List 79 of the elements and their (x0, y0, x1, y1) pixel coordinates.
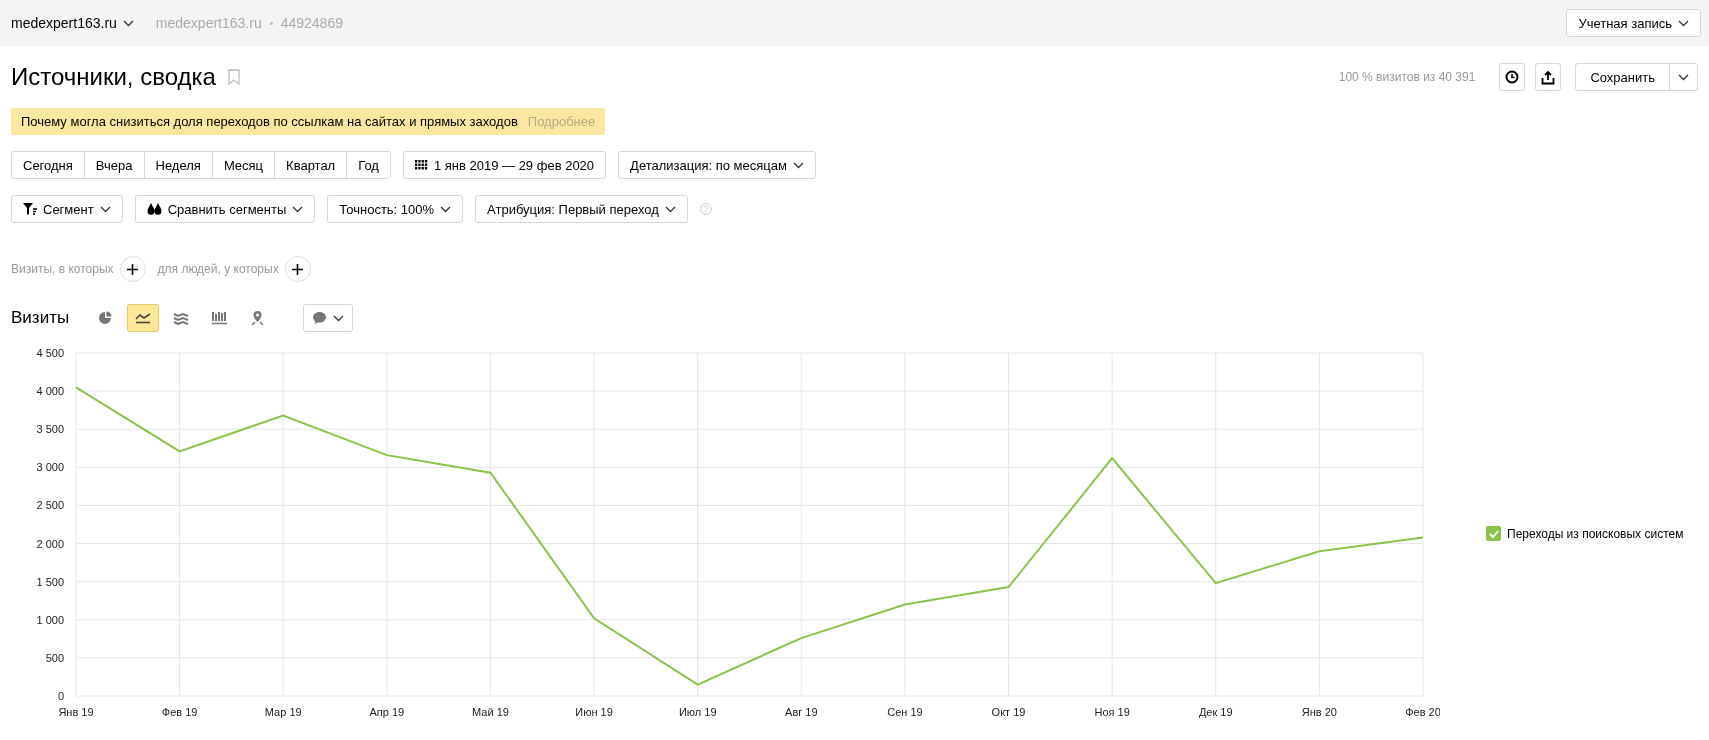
period-tab[interactable]: Месяц (211, 151, 276, 179)
x-axis-label: Янв 19 (58, 706, 94, 718)
caret-icon (440, 205, 452, 213)
account-button[interactable]: Учетная запись (1566, 9, 1701, 37)
add-condition-button[interactable] (119, 256, 146, 282)
y-axis-label: 1 500 (36, 575, 64, 588)
bar-chart-icon (211, 311, 227, 325)
y-axis-label: 3 500 (36, 423, 64, 436)
x-axis-label: Фев 20 (1405, 706, 1440, 718)
caret-icon (99, 205, 111, 213)
x-axis-label: Янв 20 (1301, 706, 1337, 718)
pie-chart-icon (98, 311, 113, 325)
add-condition-button[interactable] (284, 256, 311, 282)
clock-icon (1505, 70, 1520, 84)
y-axis-label: 3 000 (36, 461, 64, 474)
chart-title: Визиты (11, 308, 70, 328)
detail-dropdown[interactable]: Детализация: по месяцам (618, 151, 816, 179)
x-axis-label: Сен 19 (887, 706, 923, 718)
plus-icon (292, 263, 304, 275)
map-pin-icon (250, 310, 264, 326)
caret-icon (333, 314, 345, 322)
caret-icon (1678, 73, 1689, 81)
people-condition-label: для людей, у которых (157, 262, 279, 276)
x-axis-label: Апр 19 (369, 706, 405, 718)
x-axis-label: Мар 19 (264, 706, 302, 718)
x-axis-label: Июл 19 (678, 706, 717, 718)
period-tab[interactable]: Вчера (83, 151, 145, 179)
filter-dropdown[interactable]: Сегмент (11, 195, 123, 223)
period-tab[interactable]: Сегодня (11, 151, 85, 179)
x-axis-label: Авг 19 (785, 706, 818, 718)
y-axis-label: 500 (45, 651, 64, 664)
legend-checkbox[interactable] (1486, 526, 1501, 541)
x-axis-label: Окт 19 (991, 706, 1026, 718)
y-axis-label: 4 000 (36, 385, 64, 398)
counter-id: 44924869 (280, 15, 343, 31)
period-tab[interactable]: Неделя (143, 151, 213, 179)
x-axis-label: Дек 19 (1198, 706, 1233, 718)
speech-bubble-icon (312, 311, 328, 325)
caret-icon (664, 205, 676, 213)
y-axis-label: 0 (57, 690, 64, 702)
y-axis-label: 4 500 (36, 347, 64, 359)
period-tab[interactable]: Год (346, 151, 391, 179)
separator-dot (269, 21, 273, 25)
filter-dropdown[interactable]: Точность: 100% (327, 195, 464, 223)
filter-dropdown[interactable]: Атрибуция: Первый переход (475, 195, 688, 223)
legend-label: Переходы из поисковых систем (1507, 526, 1684, 541)
y-axis-label: 1 000 (36, 613, 64, 626)
site-selector[interactable]: medexpert163.ru (11, 15, 134, 31)
y-axis-label: 2 000 (36, 537, 64, 550)
filter-dropdown[interactable]: Сравнить сегменты (134, 195, 316, 223)
history-button[interactable] (1499, 63, 1526, 91)
x-axis-label: Ноя 19 (1094, 706, 1130, 718)
save-options-button[interactable] (1670, 63, 1698, 91)
save-button[interactable]: Сохранить (1575, 63, 1670, 91)
x-axis-label: Май 19 (472, 706, 509, 718)
stacked-area-icon (173, 311, 190, 325)
line-chart-icon (135, 312, 152, 324)
counter-site: medexpert163.ru (155, 15, 262, 31)
caret-icon (1678, 19, 1689, 27)
export-button[interactable] (1535, 63, 1562, 91)
date-range-button[interactable]: 1 янв 2019 — 29 фев 2020 (402, 151, 607, 179)
x-axis-label: Июн 19 (575, 706, 613, 718)
page-title: Источники, сводка (11, 63, 216, 91)
visits-condition-label: Визиты, в которых (11, 262, 114, 276)
funnel-icon (23, 203, 37, 215)
caret-icon (122, 19, 134, 27)
caret-icon (792, 161, 804, 169)
y-axis-label: 2 500 (36, 499, 64, 512)
visits-share: 100 % визитов из 40 391 (1338, 70, 1476, 84)
period-tab[interactable]: Квартал (274, 151, 348, 179)
chart-type-button[interactable] (127, 304, 160, 332)
notice-text: Почему могла снизиться доля переходов по ссылкам на сайтах и прямых заходов (21, 114, 518, 129)
upload-icon (1541, 69, 1556, 85)
plus-icon (127, 263, 139, 275)
drops-icon (146, 203, 162, 215)
caret-icon (292, 205, 304, 213)
x-axis-label: Фев 19 (161, 706, 198, 718)
annotations-dropdown[interactable] (303, 304, 354, 332)
calendar-icon (414, 160, 428, 170)
